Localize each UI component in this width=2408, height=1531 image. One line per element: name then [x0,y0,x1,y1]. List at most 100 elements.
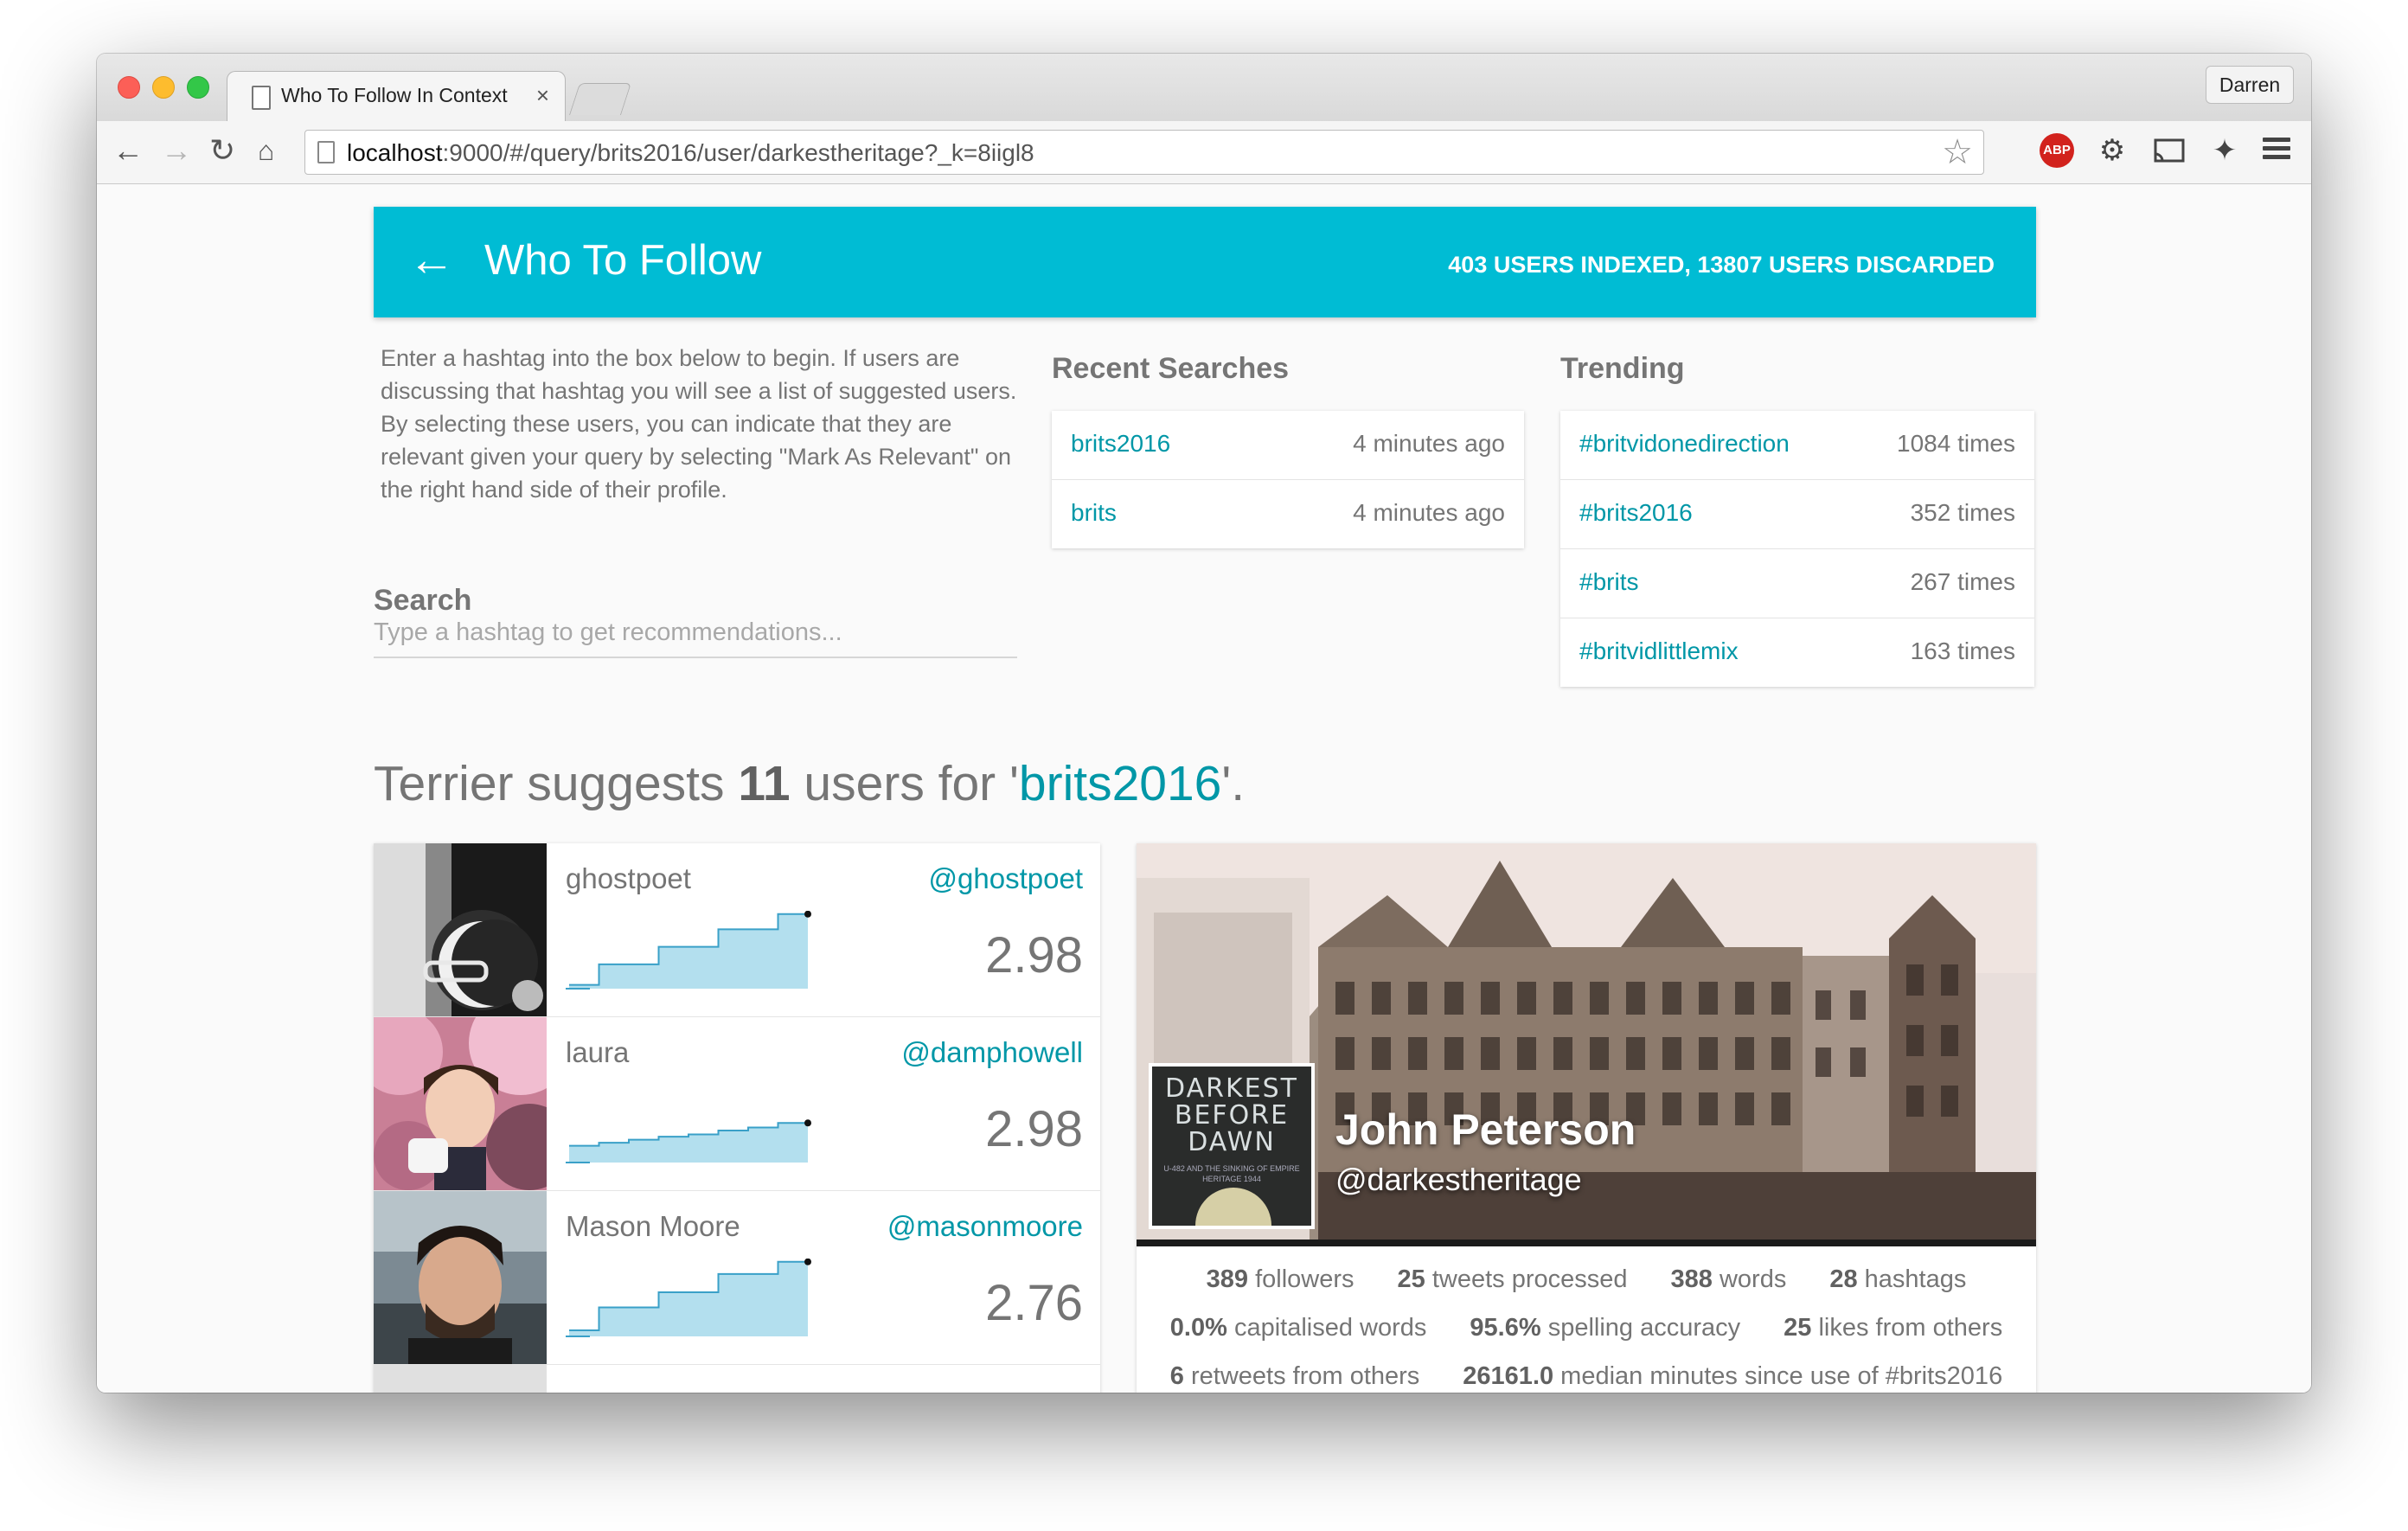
recent-query-link[interactable]: brits2016 [1071,430,1170,458]
home-icon[interactable]: ⌂ [258,133,274,168]
avatar-book-title: DARKEST BEFORE DAWN [1165,1073,1298,1157]
suggestion-summary: Terrier suggests 11 users for 'brits2016… [374,755,1245,812]
user-row[interactable]: ghostpoet @ghostpoet 2.98 [374,843,1100,1017]
tab-strip: Who To Follow In Context × Darren [97,54,2311,122]
recent-searches-list: brits2016 4 minutes ago brits 4 minutes … [1052,411,1524,548]
intro-text: Enter a hashtag into the box below to be… [381,345,1017,503]
sparkline-area [569,913,808,989]
user-score: 2.98 [985,927,1083,983]
url-host: localhost [347,139,443,166]
stats-row: 6 retweets from others 26161.0 median mi… [1137,1352,2036,1393]
recent-search-row[interactable]: brits2016 4 minutes ago [1052,411,1524,480]
browser-toolbar: ← → ↻ ⌂ localhost:9000/#/query/brits2016… [97,121,2311,184]
suggested-users-list: ghostpoet @ghostpoet 2.98 laura @damphow… [374,843,1100,1393]
trending-count: 1084 times [1897,430,2015,457]
user-avatar-ghostpoet[interactable] [374,843,547,1016]
profile-card: DARKEST BEFORE DAWN U-482 AND THE SINKIN… [1137,843,2036,1393]
user-score: 2.76 [985,1275,1083,1331]
recent-time: 4 minutes ago [1353,499,1505,526]
trending-heading: Trending [1560,352,1685,385]
sparkline-end-point [804,911,811,918]
stat-likes: 25 likes from others [1784,1313,2003,1342]
trending-list: #britvidonedirection 1084 times #brits20… [1560,411,2034,687]
stat-words: 388 words [1670,1265,1787,1293]
hashtag-search-input[interactable] [374,608,1017,658]
user-avatar[interactable] [374,1365,547,1393]
url-text[interactable]: localhost:9000/#/query/brits2016/user/da… [347,139,1034,167]
extension2-icon[interactable]: ✦ [2207,133,2242,168]
suggest-query-link[interactable]: brits2016 [1019,756,1222,811]
extension-icon[interactable]: ⚙ [2095,133,2129,168]
profile-button[interactable]: Darren [2206,66,2294,104]
profile-name: John Peterson [1335,1105,1636,1154]
close-window-icon[interactable] [118,76,140,99]
tab-close-icon[interactable]: × [536,82,549,109]
menu-icon[interactable] [2259,133,2294,168]
user-handle-link[interactable]: @damphowell [901,1036,1083,1069]
trending-row[interactable]: #brits2016 352 times [1560,480,2034,549]
back-icon[interactable]: ← [112,133,144,168]
user-handle-link[interactable]: @ghostpoet [929,862,1083,895]
trending-row[interactable]: #britvidonedirection 1084 times [1560,411,2034,480]
trending-count: 267 times [1910,568,2015,595]
app-back-icon[interactable]: ← [408,233,455,286]
recent-searches-heading: Recent Searches [1052,352,1290,385]
user-display-name: laura [566,1036,630,1068]
profile-avatar[interactable]: DARKEST BEFORE DAWN U-482 AND THE SINKIN… [1149,1063,1315,1229]
suggest-suffix: '. [1221,756,1246,811]
trending-tag-link[interactable]: #brits2016 [1579,499,1693,527]
trending-count: 163 times [1910,637,2015,664]
sparkline-end-point [804,1119,811,1127]
user-avatar-mason-moore[interactable] [374,1191,547,1364]
user-avatar-laura[interactable] [374,1017,547,1190]
stat-spelling: 95.6% spelling accuracy [1470,1313,1741,1342]
tab-title: Who To Follow In Context [281,84,508,106]
stat-median-minutes: 26161.0 median minutes since use of #bri… [1463,1361,2003,1390]
forward-icon[interactable]: → [161,133,192,168]
user-row[interactable]: Mason Moore @masonmoore 2.76 [374,1191,1100,1365]
user-row[interactable] [374,1365,1100,1393]
suggest-prefix: Terrier suggests [374,756,739,811]
bookmark-star-icon[interactable]: ☆ [1942,132,1973,172]
user-score: 2.98 [985,1101,1083,1157]
cast-icon[interactable] [2152,133,2187,168]
stat-hashtags: 28 hashtags [1829,1265,1967,1293]
user-display-name: Mason Moore [566,1210,740,1242]
suggest-mid: users for ' [790,756,1019,811]
trending-tag-link[interactable]: #britvidonedirection [1579,430,1790,458]
new-tab-button[interactable] [568,83,632,115]
recent-search-row[interactable]: brits 4 minutes ago [1052,480,1524,548]
activity-sparkline [566,911,811,990]
page-info-icon [317,141,335,163]
maximize-window-icon[interactable] [187,76,209,99]
sparkline-end-point [804,1259,811,1265]
stats-row: 0.0% capitalised words 95.6% spelling ac… [1137,1304,2036,1352]
stat-followers: 389 followers [1206,1265,1354,1293]
trending-row[interactable]: #britvidlittlemix 163 times [1560,618,2034,687]
stats-row: 389 followers 25 tweets processed 388 wo… [1137,1255,2036,1304]
user-display-name: ghostpoet [566,862,691,894]
trending-row[interactable]: #brits 267 times [1560,549,2034,618]
adblock-icon[interactable]: ABP [2040,133,2074,168]
stat-capitalised: 0.0% capitalised words [1169,1313,1427,1342]
trending-tag-link[interactable]: #britvidlittlemix [1579,637,1739,665]
user-row[interactable]: laura @damphowell 2.98 [374,1017,1100,1191]
recent-query-link[interactable]: brits [1071,499,1117,527]
app-title: Who To Follow [484,237,762,284]
profile-handle[interactable]: @darkestheritage [1335,1162,1582,1198]
browser-tab[interactable]: Who To Follow In Context × [227,71,566,122]
sparkline-area [569,1261,808,1336]
stat-tweets: 25 tweets processed [1397,1265,1628,1293]
stat-retweets: 6 retweets from others [1169,1361,1420,1390]
trending-count: 352 times [1910,499,2015,526]
activity-sparkline [566,1119,811,1163]
url-path: :9000/#/query/brits2016/user/darkestheri… [442,139,1034,166]
activity-sparkline [566,1259,811,1337]
reload-icon[interactable]: ↻ [209,133,235,168]
user-handle-link[interactable]: @masonmoore [887,1210,1083,1243]
profile-banner: DARKEST BEFORE DAWN U-482 AND THE SINKIN… [1137,843,2036,1246]
address-bar[interactable]: localhost:9000/#/query/brits2016/user/da… [304,130,1984,175]
avatar-book-subtitle: U-482 AND THE SINKING OF EMPIRE HERITAGE… [1163,1164,1300,1183]
minimize-window-icon[interactable] [152,76,175,99]
trending-tag-link[interactable]: #brits [1579,568,1638,596]
